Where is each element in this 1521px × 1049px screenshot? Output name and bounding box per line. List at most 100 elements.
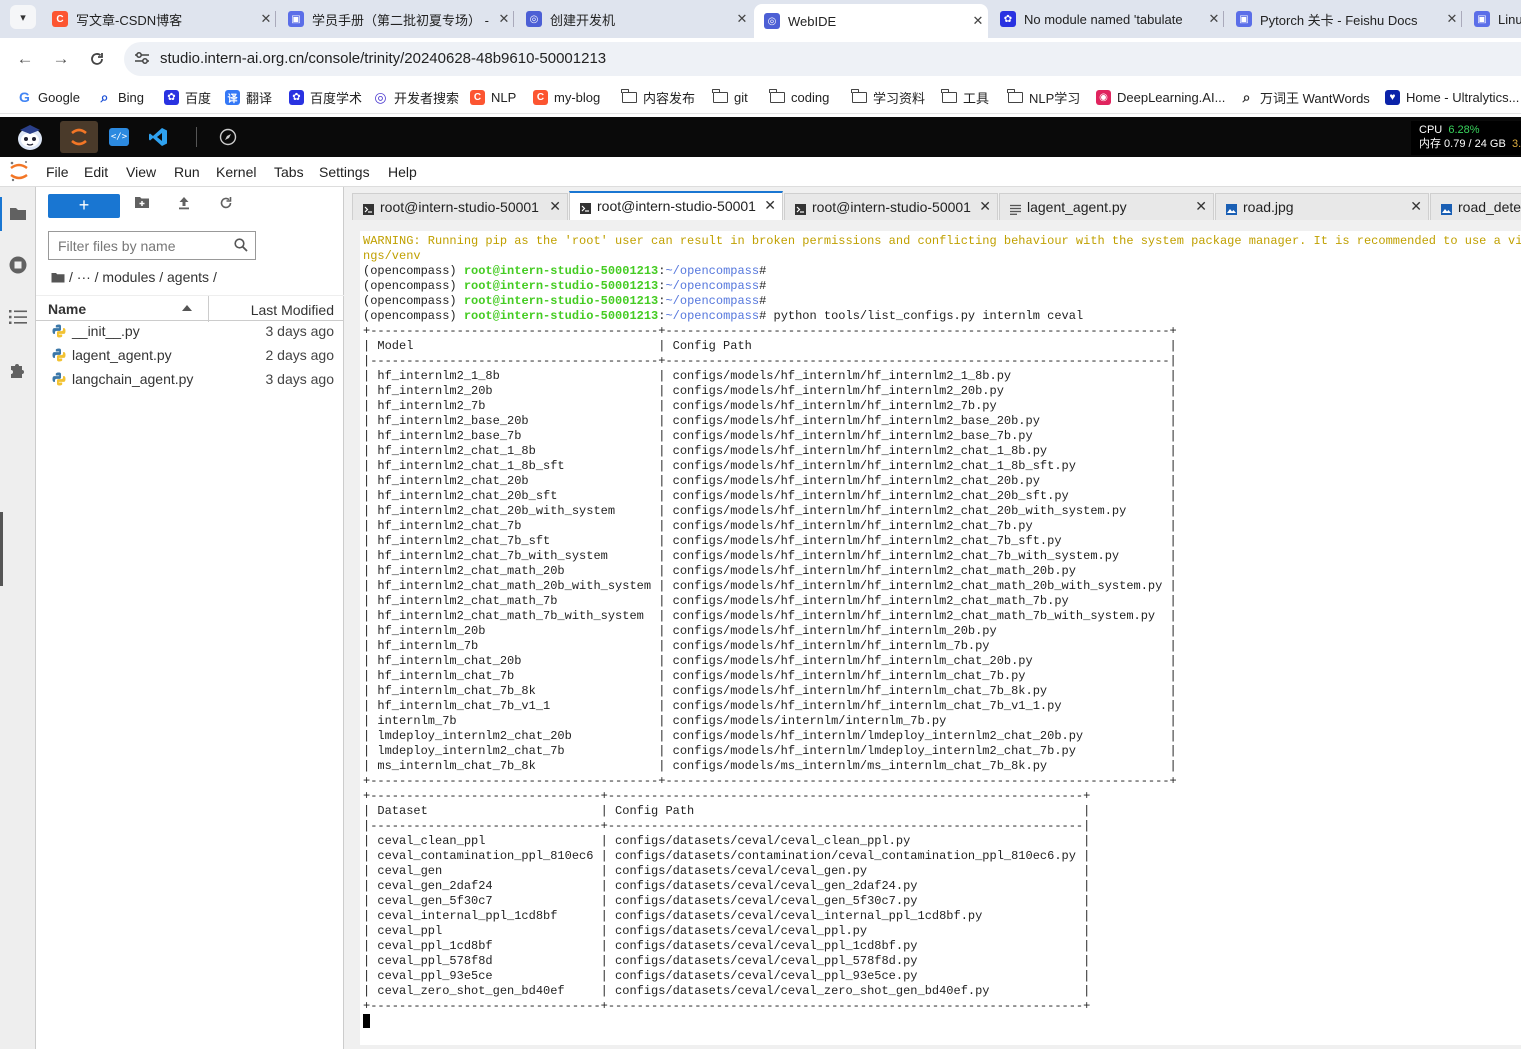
bookmark-item[interactable]: ⌕ Bing [97, 87, 144, 107]
tab-close-icon[interactable]: ✕ [1204, 11, 1224, 27]
tab-close-icon[interactable]: ✕ [256, 11, 276, 27]
feishu-doc-icon: ▣ [1474, 11, 1490, 27]
file-browser-panel: + / ··· / modules / agents / Name Last M… [36, 187, 344, 1049]
doc-tab-close-icon[interactable]: ✕ [1195, 198, 1207, 215]
doc-tab-close-icon[interactable]: ✕ [1410, 198, 1422, 215]
browser-tab[interactable]: C 写文章-CSDN博客 ✕ [42, 2, 276, 36]
column-divider[interactable] [208, 296, 209, 322]
browser-tab[interactable]: ▣ 学员手册（第二批初夏专场） - ✕ [278, 2, 514, 36]
tab-close-icon[interactable]: ✕ [494, 11, 514, 27]
bookmark-item[interactable]: NLP学习 [1007, 87, 1081, 107]
address-bar-row: ← → studio.intern-ai.org.cn/console/trin… [0, 38, 1521, 80]
bookmark-item[interactable]: 工具 [941, 87, 989, 107]
browser-tab[interactable]: ▣ Pytorch 关卡 - Feishu Docs ✕ [1226, 2, 1462, 36]
column-last-modified-header[interactable]: Last Modified [251, 302, 334, 318]
doc-tab-file[interactable]: lagent_agent.py ✕ [999, 193, 1214, 220]
bookmark-item[interactable]: ◎ 开发者搜索 [373, 87, 459, 107]
browser-tab[interactable]: ✿ No module named 'tabulate ✕ [990, 2, 1224, 36]
tab-close-icon[interactable]: ✕ [732, 11, 752, 27]
menu-edit[interactable]: Edit [84, 164, 108, 180]
bookmark-item[interactable]: git [712, 87, 748, 107]
breadcrumb-path[interactable]: / ··· / modules / agents / [69, 269, 217, 285]
bookmark-label: Home - Ultralytics... [1406, 89, 1520, 105]
browser-tab-title: 写文章-CSDN博客 [76, 12, 183, 28]
back-arrow-icon[interactable]: ← [13, 47, 37, 71]
terminal-icon [795, 202, 806, 215]
doc-tab-terminal[interactable]: root@intern-studio-50001 ✕ [569, 191, 783, 220]
intern-logo-icon[interactable] [12, 121, 48, 153]
new-folder-icon[interactable] [132, 196, 152, 216]
terminal-icon [363, 202, 374, 215]
python-file-icon [52, 348, 66, 362]
menu-help[interactable]: Help [388, 164, 417, 180]
vscode-app-icon[interactable] [147, 121, 169, 153]
column-name-header[interactable]: Name [48, 301, 86, 317]
upload-icon[interactable] [174, 196, 194, 216]
omnibox[interactable]: studio.intern-ai.org.cn/console/trinity/… [124, 42, 1521, 76]
bookmark-item[interactable]: ♥ Home - Ultralytics... [1385, 87, 1519, 107]
baidu-icon: ✿ [164, 89, 179, 105]
bookmark-item[interactable]: C NLP [470, 87, 516, 107]
forward-arrow-icon[interactable]: → [49, 47, 73, 71]
doc-tab-close-icon[interactable]: ✕ [764, 197, 776, 214]
doc-tab-image[interactable]: road_detec [1430, 193, 1521, 220]
tab-close-icon[interactable]: ✕ [1442, 11, 1462, 27]
new-launcher-button[interactable]: + [48, 194, 120, 218]
doc-tab-close-icon[interactable]: ✕ [979, 198, 991, 215]
jupyter-app-button[interactable] [60, 121, 98, 153]
folder-icon[interactable] [8, 203, 28, 223]
bookmark-item[interactable]: G Google [17, 87, 80, 107]
sort-ascending-icon[interactable] [182, 305, 192, 311]
compass-icon[interactable] [217, 121, 239, 153]
refresh-icon[interactable] [216, 196, 236, 216]
terminal-output[interactable]: WARNING: Running pip as the 'root' user … [360, 231, 1521, 1045]
file-row[interactable]: lagent_agent.py 2 days ago [36, 344, 344, 368]
file-name: langchain_agent.py [72, 371, 194, 387]
url-text[interactable]: studio.intern-ai.org.cn/console/trinity/… [160, 50, 606, 67]
file-row[interactable]: __init__.py 3 days ago [36, 320, 344, 344]
tab-close-icon[interactable]: ✕ [968, 13, 988, 29]
menu-kernel[interactable]: Kernel [216, 164, 256, 180]
menu-file[interactable]: File [46, 164, 69, 180]
menu-view[interactable]: View [126, 164, 156, 180]
bookmark-item[interactable]: Cmy-blog [533, 87, 600, 107]
folder-icon [941, 88, 957, 103]
bookmark-item[interactable]: 学习资料 [851, 87, 925, 107]
site-info-icon[interactable] [134, 51, 150, 68]
bookmark-label: NLP学习 [1029, 90, 1081, 106]
bookmark-label: 百度学术 [310, 90, 363, 106]
bookmark-item[interactable]: ✿ 百度 [164, 87, 211, 107]
reload-icon[interactable] [85, 47, 109, 71]
bookmark-item[interactable]: 内容发布 [621, 87, 696, 107]
running-kernels-icon[interactable] [8, 255, 28, 275]
doc-tab-terminal[interactable]: root@intern-studio-50001 ✕ [352, 193, 568, 220]
webide-app-icon[interactable]: </> [108, 121, 130, 153]
menu-run[interactable]: Run [174, 164, 200, 180]
file-name: lagent_agent.py [72, 347, 172, 363]
bookmark-item[interactable]: ⌕ 万词王 WantWords [1239, 87, 1370, 107]
doc-tab-image[interactable]: road.jpg ✕ [1215, 193, 1429, 220]
file-row[interactable]: langchain_agent.py 3 days ago [36, 368, 344, 392]
bookmark-label: 万词王 WantWords [1260, 90, 1370, 106]
bookmark-label: 内容发布 [643, 90, 696, 106]
document-tab-bar: root@intern-studio-50001 ✕ root@intern-stu… [352, 191, 1521, 220]
browser-tab-title: 学员手册（第二批初夏专场） - [312, 12, 489, 28]
bookmark-item[interactable]: 译翻译 [225, 87, 272, 107]
bookmark-item[interactable]: ✿ 百度学术 [289, 87, 362, 107]
doc-tab-close-icon[interactable]: ✕ [549, 198, 561, 215]
browser-tab[interactable]: ◎ 创建开发机 ✕ [516, 2, 752, 36]
bookmark-label: Google [38, 89, 80, 105]
breadcrumb-folder-icon[interactable] [51, 272, 65, 283]
bookmark-item[interactable]: ◉ DeepLearning.AI... [1096, 87, 1225, 107]
table-of-contents-icon[interactable] [8, 307, 28, 327]
menu-settings[interactable]: Settings [319, 164, 370, 180]
file-name: __init__.py [72, 323, 140, 339]
browser-tab[interactable]: ▣ Linu [1464, 2, 1521, 36]
filter-files-input[interactable] [49, 232, 229, 259]
bookmark-item[interactable]: coding [769, 87, 829, 107]
doc-tab-terminal[interactable]: root@intern-studio-50001 ✕ [784, 193, 998, 220]
extensions-puzzle-icon[interactable] [8, 360, 28, 380]
browser-tab[interactable]: ◎ WebIDE ✕ [754, 4, 988, 38]
tab-search-chevron-icon[interactable]: ▾ [10, 5, 36, 29]
menu-tabs[interactable]: Tabs [274, 164, 304, 180]
